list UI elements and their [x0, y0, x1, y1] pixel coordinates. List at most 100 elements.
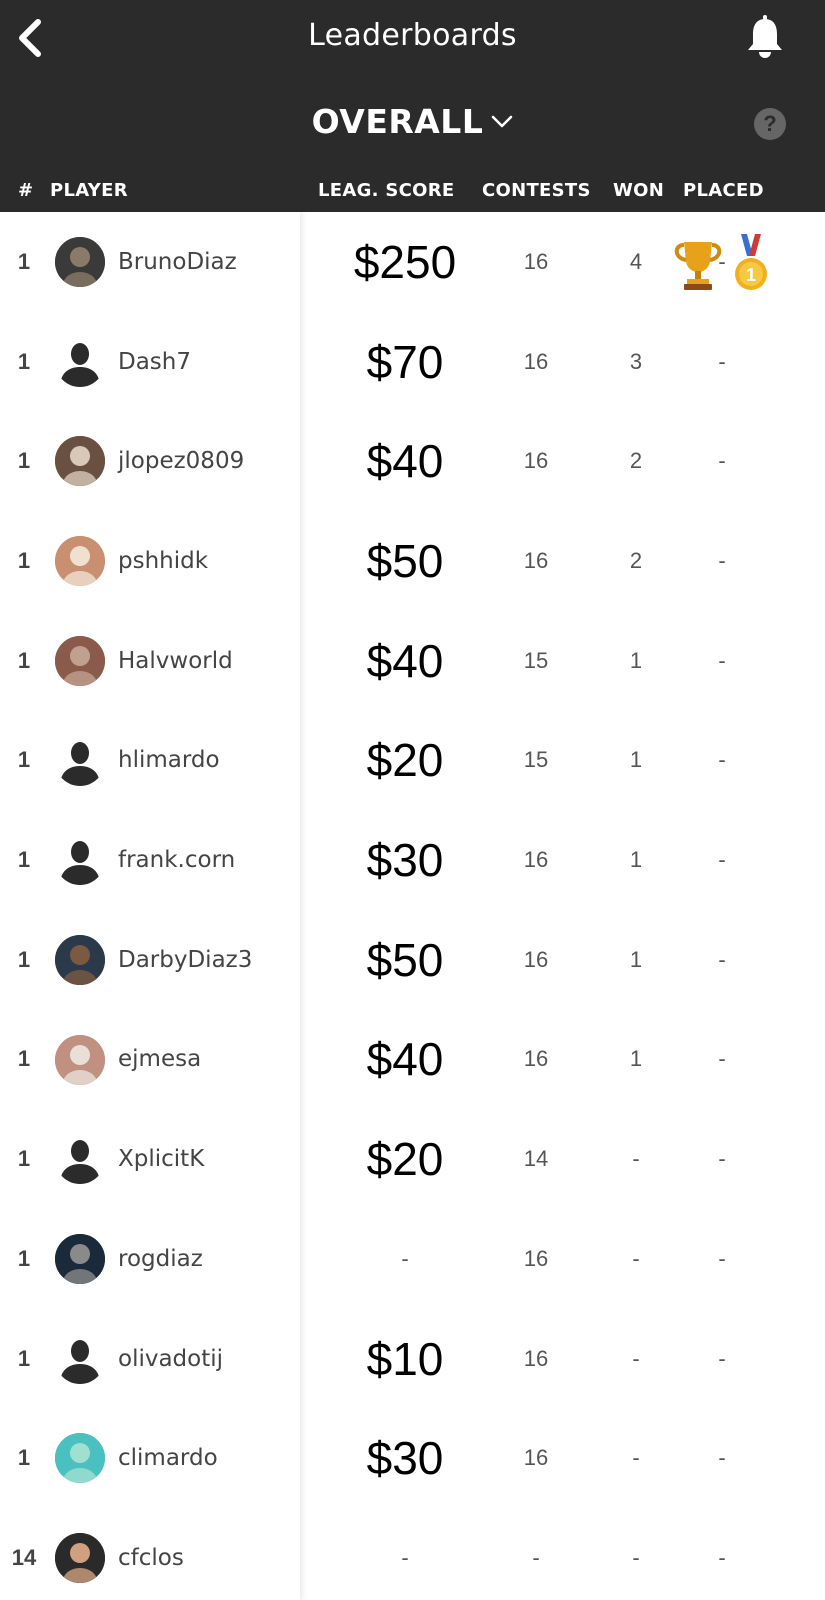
user-silhouette-icon: [60, 342, 100, 387]
avatar[interactable]: [55, 1533, 105, 1584]
contests-value: 16: [523, 248, 549, 274]
avatar-default[interactable]: [55, 1333, 105, 1384]
placed-value: -: [718, 1445, 726, 1471]
table-row[interactable]: 1 Halvworld $40 15 1 -: [0, 611, 825, 711]
table-row[interactable]: 1 pshhidk $50 16 2 -: [0, 511, 825, 611]
contests-value: 14: [523, 1146, 549, 1172]
league-score-value: $30: [366, 834, 444, 887]
table-row[interactable]: 1 ejmesa $40 16 1 -: [0, 1010, 825, 1110]
avatar[interactable]: [55, 237, 105, 287]
help-icon: ?: [763, 111, 777, 136]
league-score-value: $30: [366, 1432, 444, 1485]
column-header-placed[interactable]: PLACED: [683, 180, 764, 201]
avatar[interactable]: [55, 1034, 105, 1085]
league-score-value: $50: [366, 534, 444, 587]
avatar[interactable]: [55, 1234, 105, 1284]
avatar[interactable]: [55, 536, 105, 587]
table-row[interactable]: 1 climardo $30 16 - -: [0, 1408, 825, 1508]
player-name[interactable]: jlopez0809: [118, 411, 244, 511]
contests-value: 16: [523, 847, 549, 873]
notifications-button[interactable]: [740, 12, 790, 62]
contests-value: 16: [523, 946, 549, 972]
won-value: 1: [629, 946, 643, 972]
table-row[interactable]: 1 jlopez0809 $40 16 2 -: [0, 411, 825, 511]
contests-value: -: [532, 1544, 540, 1570]
won-value: -: [632, 1245, 640, 1271]
rank-value: 1: [17, 547, 31, 573]
rank-value: 1: [17, 1146, 31, 1172]
table-row[interactable]: 1 rogdiaz - 16 - -: [0, 1209, 825, 1309]
placed-value: -: [718, 747, 726, 773]
won-value: -: [632, 1544, 640, 1570]
player-name[interactable]: pshhidk: [118, 511, 208, 611]
placed-value: -: [718, 647, 726, 673]
table-row[interactable]: 1 olivadotij $10 16 - -: [0, 1309, 825, 1409]
avatar-default[interactable]: [55, 1134, 105, 1185]
league-score-value: $20: [366, 734, 444, 787]
player-name[interactable]: ejmesa: [118, 1010, 201, 1110]
won-value: 1: [629, 747, 643, 773]
contests-value: 16: [523, 1445, 549, 1471]
column-header-contests[interactable]: CONTESTS: [482, 180, 591, 201]
table-row[interactable]: 14 cfclos - - - -: [0, 1508, 825, 1600]
column-header-score[interactable]: LEAG. SCORE: [318, 180, 455, 201]
avatar[interactable]: [55, 934, 105, 985]
placed-value: -: [718, 1245, 726, 1271]
table-row[interactable]: 1 DarbyDiaz3 $50 16 1 -: [0, 910, 825, 1010]
placed-value: -: [718, 946, 726, 972]
contests-value: 16: [523, 1245, 549, 1271]
player-name[interactable]: cfclos: [118, 1508, 184, 1600]
column-header-won[interactable]: WON: [613, 180, 664, 201]
avatar-default[interactable]: [55, 336, 105, 387]
player-name[interactable]: frank.corn: [118, 810, 235, 910]
won-value: 1: [629, 647, 643, 673]
won-value: 1: [629, 1046, 643, 1072]
avatar-photo: [55, 1533, 105, 1584]
avatar-photo: [55, 1034, 105, 1085]
won-value: -: [632, 1146, 640, 1172]
league-score-value: $40: [366, 435, 444, 488]
player-name[interactable]: XplicitK: [118, 1109, 204, 1209]
avatar-photo: [55, 1234, 105, 1284]
player-name[interactable]: hlimardo: [118, 711, 220, 811]
bell-icon: [748, 15, 782, 58]
player-name[interactable]: rogdiaz: [118, 1209, 203, 1309]
trophy-icon: [674, 242, 722, 290]
rank-value: 1: [17, 1245, 31, 1271]
avatar[interactable]: [55, 635, 105, 686]
contests-value: 16: [523, 348, 549, 374]
avatar-default[interactable]: [55, 835, 105, 886]
avatar-photo: [55, 237, 105, 287]
table-row[interactable]: 1 Dash7 $70 16 3 -: [0, 312, 825, 412]
contests-value: 16: [523, 1046, 549, 1072]
table-row[interactable]: 1 BrunoDiaz $250 16 4 - 1: [0, 212, 825, 312]
player-name[interactable]: Halvworld: [118, 611, 233, 711]
contests-value: 16: [523, 547, 549, 573]
player-name[interactable]: climardo: [118, 1408, 218, 1508]
column-header-player[interactable]: PLAYER: [50, 180, 128, 201]
help-button[interactable]: ?: [754, 108, 786, 140]
rank-value: 1: [17, 946, 31, 972]
league-score-value: $250: [353, 235, 457, 288]
won-value: 3: [629, 348, 643, 374]
table-row[interactable]: 1 frank.corn $30 16 1 -: [0, 810, 825, 910]
gold-medal-icon: 1: [735, 234, 767, 290]
table-row[interactable]: 1 XplicitK $20 14 - -: [0, 1109, 825, 1209]
chevron-down-icon: [492, 115, 513, 127]
avatar-default[interactable]: [55, 735, 105, 786]
user-silhouette-icon: [60, 1339, 100, 1384]
league-score-value: $40: [366, 634, 444, 687]
rank-value: 1: [17, 1345, 31, 1371]
rank-value: 1: [17, 747, 31, 773]
won-value: 4: [629, 248, 643, 274]
placed-value: -: [718, 1046, 726, 1072]
leaderboard-selector[interactable]: OVERALL: [0, 102, 825, 141]
app-header: Leaderboards OVERALL ? # PLAYER LEAG. SC…: [0, 0, 825, 212]
player-name[interactable]: Dash7: [118, 312, 191, 412]
player-name[interactable]: DarbyDiaz3: [118, 910, 252, 1010]
player-name[interactable]: olivadotij: [118, 1309, 223, 1409]
player-name[interactable]: BrunoDiaz: [118, 212, 237, 312]
placed-value: -: [718, 448, 726, 474]
table-row[interactable]: 1 hlimardo $20 15 1 -: [0, 711, 825, 811]
league-score-value: $40: [366, 1033, 444, 1086]
